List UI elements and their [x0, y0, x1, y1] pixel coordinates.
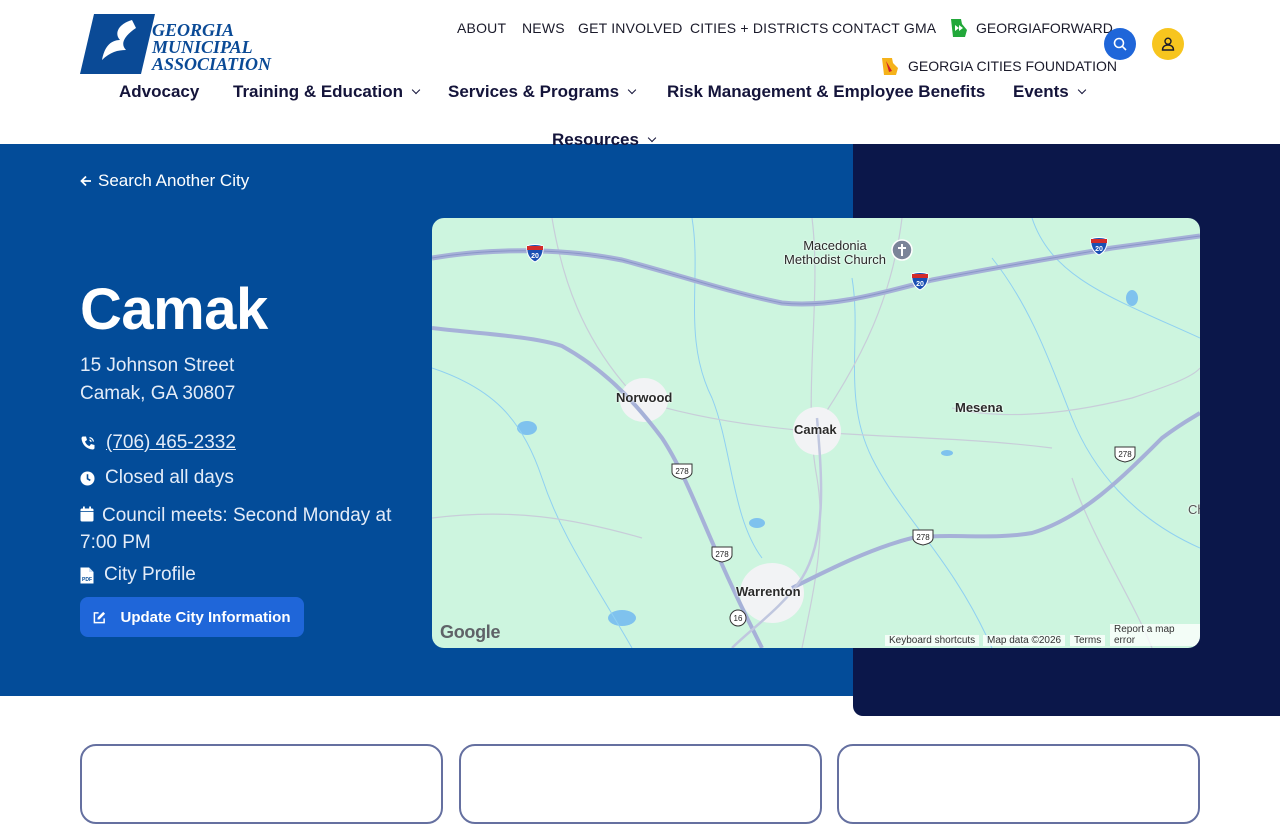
gma-logo-mark-icon: [80, 14, 155, 74]
nav-events[interactable]: Events: [1013, 82, 1086, 102]
map-us-278-west: [432, 326, 764, 648]
info-card: [459, 744, 822, 824]
hours-text: Closed all days: [105, 467, 234, 488]
nav-services-programs[interactable]: Services & Programs: [448, 82, 637, 102]
map-water: [517, 290, 1138, 626]
arrow-left-icon: [80, 175, 91, 187]
map-label-camak: Camak: [794, 422, 837, 437]
state-route-shield-icon: 16: [729, 609, 747, 627]
update-city-information-button[interactable]: Update City Information: [80, 597, 304, 637]
map-label-norwood: Norwood: [616, 390, 673, 405]
account-button[interactable]: [1152, 28, 1184, 60]
us-route-shield-icon: 278: [711, 546, 733, 563]
nav-services-label: Services & Programs: [448, 82, 620, 101]
us-route-shield-icon: 278: [1114, 446, 1136, 463]
city-name: Camak: [80, 277, 268, 342]
map-label-mesena: Mesena: [955, 400, 1003, 415]
phone-link[interactable]: (706) 465-2332: [106, 432, 236, 454]
top-nav-get-involved[interactable]: GET INVOLVED: [578, 20, 683, 36]
top-nav-news[interactable]: NEWS: [522, 20, 565, 36]
calendar-icon: [80, 506, 94, 522]
nav-resources-label: Resources: [552, 130, 639, 149]
phone-row: (706) 465-2332: [80, 432, 236, 454]
update-city-information-label: Update City Information: [120, 608, 291, 626]
chevron-down-icon: [411, 85, 421, 95]
interstate-shield-icon: 20: [526, 244, 544, 263]
us-route-shield-icon: 278: [912, 529, 934, 546]
site-header: GEORGIA MUNICIPAL ASSOCIATION ABOUT NEWS…: [0, 0, 1280, 144]
interstate-shield-icon: 20: [911, 272, 929, 291]
logo-wordmark: GEORGIA MUNICIPAL ASSOCIATION: [152, 21, 272, 74]
search-button[interactable]: [1104, 28, 1136, 60]
edit-icon: [94, 611, 106, 623]
council-text: Council meets: Second Monday at 7:00 PM: [80, 505, 392, 553]
chevron-down-icon: [1077, 85, 1086, 95]
map-us-278-east: [791, 411, 1200, 590]
map-label-macedonia: Macedonia Methodist Church: [775, 239, 895, 267]
shield-label: 20: [1095, 246, 1103, 253]
top-nav-cities-districts[interactable]: CITIES + DISTRICTS: [690, 20, 829, 36]
map-report-error-link[interactable]: Report a map error: [1110, 624, 1200, 646]
phone-number: (706) 465-2332: [106, 432, 236, 453]
logo-line-3: ASSOCIATION: [152, 54, 272, 74]
map-label-warrenton: Warrenton: [736, 584, 801, 599]
shield-label: 16: [734, 614, 743, 623]
city-address: 15 Johnson Street Camak, GA 30807: [80, 352, 235, 408]
nav-advocacy[interactable]: Advocacy: [119, 82, 199, 102]
map-label-partial: Ch: [1188, 502, 1200, 517]
map-data-attribution: Map data ©2026: [983, 635, 1066, 646]
chevron-down-icon: [627, 85, 637, 95]
nav-risk-management[interactable]: Risk Management & Employee Benefits: [667, 82, 985, 102]
city-map[interactable]: 20 20 20 278 278 278 278 16 Macedonia Me…: [432, 218, 1200, 648]
georgia-forward-label: GEORGIAFORWARD: [976, 20, 1113, 36]
chevron-down-icon: [647, 133, 657, 143]
svg-text:PDF: PDF: [82, 577, 92, 583]
info-card: [837, 744, 1200, 824]
hours-row: Closed all days: [80, 467, 234, 489]
nav-risk-label: Risk Management & Employee Benefits: [667, 82, 986, 101]
cities-foundation-label: GEORGIA CITIES FOUNDATION: [908, 58, 1117, 74]
shield-label: 278: [916, 533, 930, 542]
shield-label: 278: [715, 550, 729, 559]
georgia-forward-icon: [951, 19, 967, 37]
map-keyboard-shortcuts[interactable]: Keyboard shortcuts: [885, 635, 980, 646]
nav-events-label: Events: [1013, 82, 1069, 101]
city-profile-label: City Profile: [104, 564, 196, 585]
map-label-macedonia-text: Macedonia Methodist Church: [784, 238, 886, 267]
search-another-city-link[interactable]: Search Another City: [80, 171, 249, 191]
council-row: Council meets: Second Monday at 7:00 PM: [80, 502, 400, 556]
shield-label: 278: [1118, 450, 1132, 459]
google-logo: Google: [440, 622, 501, 642]
nav-training-label: Training & Education: [233, 82, 404, 101]
address-line-1: 15 Johnson Street: [80, 355, 235, 376]
top-nav-about[interactable]: ABOUT: [457, 20, 506, 36]
info-card: [80, 744, 443, 824]
address-line-2: Camak, GA 30807: [80, 383, 236, 404]
search-icon: [1113, 37, 1127, 51]
nav-training-education[interactable]: Training & Education: [233, 82, 421, 102]
nav-resources[interactable]: Resources: [552, 130, 657, 150]
us-route-shield-icon: 278: [671, 463, 693, 480]
top-nav-cities-foundation[interactable]: GEORGIA CITIES FOUNDATION: [880, 56, 1117, 76]
phone-icon: [81, 436, 95, 450]
search-another-city-label: Search Another City: [98, 171, 250, 190]
top-nav-georgia-forward[interactable]: GEORGIAFORWARD: [950, 18, 1113, 38]
map-terms-link[interactable]: Terms: [1070, 635, 1106, 646]
pdf-file-icon: PDF: [80, 567, 94, 583]
city-profile-row[interactable]: PDF City Profile: [80, 564, 196, 586]
top-nav-contact[interactable]: CONTACT GMA: [832, 20, 936, 36]
shield-label: 20: [916, 281, 924, 288]
nav-advocacy-label: Advocacy: [119, 82, 200, 101]
shield-label: 278: [675, 467, 689, 476]
interstate-shield-icon: 20: [1090, 237, 1108, 256]
clock-icon: [80, 470, 95, 486]
user-icon: [1161, 37, 1175, 51]
cities-foundation-icon: [882, 58, 898, 75]
shield-label: 20: [531, 253, 539, 260]
